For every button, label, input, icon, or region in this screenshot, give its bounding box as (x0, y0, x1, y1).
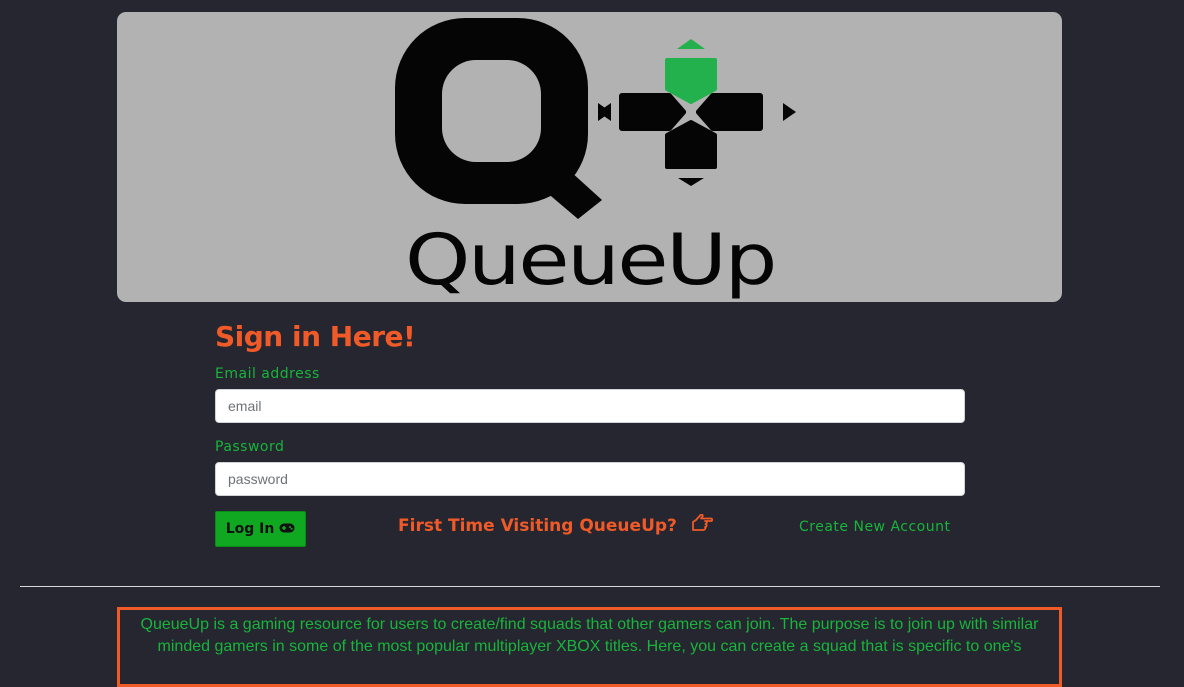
logo-banner: QueueUp (117, 12, 1062, 302)
email-field[interactable] (215, 389, 965, 423)
logo-q-letter (395, 18, 602, 219)
logo-wordmark: QueueUp (405, 219, 775, 301)
dpad-icon (598, 39, 796, 186)
about-panel: QueueUp is a gaming resource for users t… (117, 607, 1062, 687)
login-button[interactable]: Log In (215, 511, 306, 547)
password-label: Password (215, 439, 285, 455)
about-text: QueueUp is a gaming resource for users t… (140, 616, 1039, 655)
password-field[interactable] (215, 462, 965, 496)
login-button-label: Log In (225, 521, 275, 537)
create-account-link[interactable]: Create New Account (799, 519, 950, 535)
first-time-text: First Time Visiting QueueUp? (398, 515, 677, 536)
signin-title: Sign in Here! (215, 320, 416, 353)
email-label: Email address (215, 366, 320, 382)
section-divider (20, 586, 1160, 587)
hand-point-right-icon (691, 513, 713, 537)
first-time-prompt: First Time Visiting QueueUp? (398, 513, 713, 537)
queueup-logo: QueueUp (395, 18, 796, 301)
gamepad-icon (279, 521, 295, 537)
